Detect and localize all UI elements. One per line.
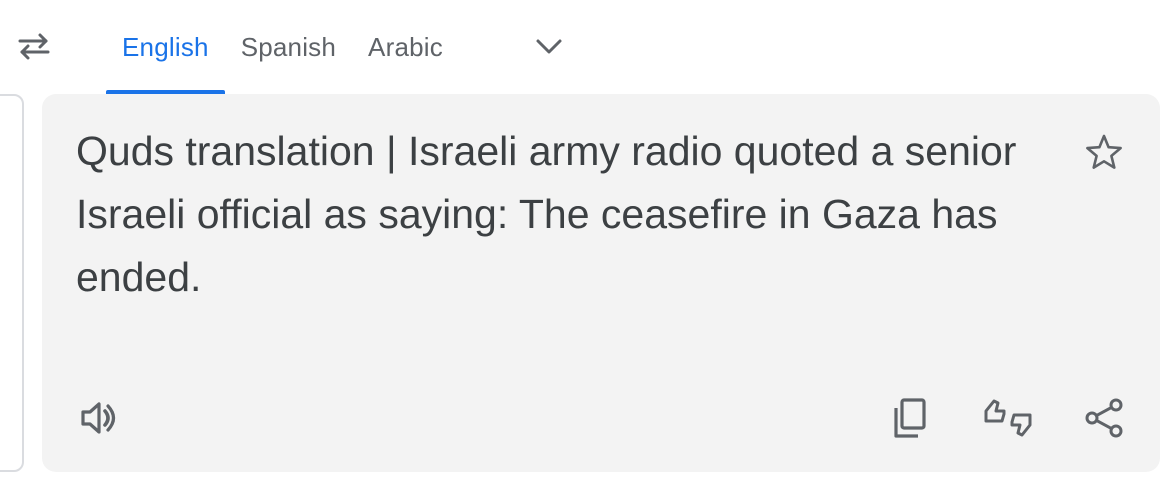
speaker-icon	[77, 397, 119, 439]
rate-translation-button[interactable]	[980, 394, 1036, 442]
share-icon	[1082, 396, 1126, 440]
star-outline-icon	[1084, 132, 1124, 172]
target-language-tabs: English Spanish Arabic	[106, 0, 459, 94]
swap-arrows-icon	[14, 32, 54, 60]
chevron-down-icon	[534, 36, 564, 56]
tab-spanish[interactable]: Spanish	[225, 0, 352, 94]
listen-button[interactable]	[72, 394, 124, 442]
copy-translation-button[interactable]	[884, 394, 936, 442]
tab-spanish-label: Spanish	[240, 31, 337, 62]
tab-english-label: English	[122, 31, 209, 62]
translated-text: Quds translation | Israeli army radio qu…	[76, 128, 1017, 300]
save-translation-button[interactable]	[1080, 128, 1128, 176]
rate-translation-icon	[982, 397, 1034, 439]
tab-arabic[interactable]: Arabic	[352, 0, 459, 94]
more-languages-button[interactable]	[526, 26, 572, 66]
copy-icon	[890, 396, 930, 440]
translation-result-panel: Quds translation | Israeli army radio qu…	[42, 94, 1160, 472]
tab-arabic-label: Arabic	[368, 31, 443, 62]
swap-languages-button[interactable]	[12, 26, 56, 66]
source-text-panel[interactable]	[0, 94, 24, 472]
share-translation-button[interactable]	[1078, 394, 1130, 442]
tab-english[interactable]: English	[106, 0, 225, 94]
